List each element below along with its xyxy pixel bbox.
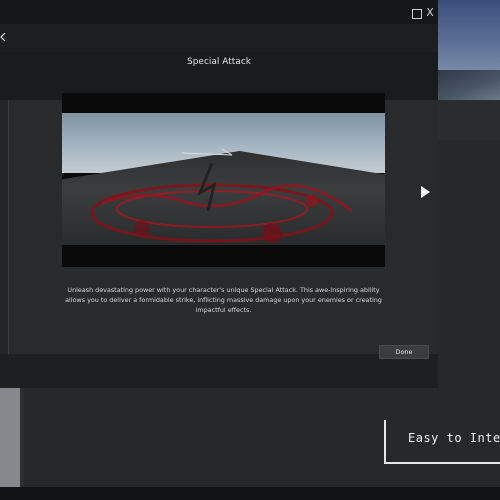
preview-video (62, 93, 385, 267)
dialog-footer (0, 354, 438, 388)
ability-description: Unleash devastating power with your char… (65, 286, 382, 314)
bottom-bar (0, 487, 500, 500)
attack-effect-graphic (90, 148, 353, 243)
play-arrow-icon[interactable] (421, 186, 430, 198)
chevron-left-icon[interactable] (0, 32, 6, 43)
maximize-icon[interactable] (412, 9, 422, 19)
caption-text: Easy to Integr (408, 431, 500, 445)
sidebar-separator (8, 100, 9, 354)
viewport-mountain (432, 70, 500, 100)
close-icon[interactable]: X (425, 7, 435, 18)
dialog-top-band (0, 24, 438, 52)
dialog-title: Special Attack (186, 57, 252, 67)
done-button[interactable]: Done (379, 345, 429, 359)
window-titlebar[interactable]: X (0, 0, 438, 24)
